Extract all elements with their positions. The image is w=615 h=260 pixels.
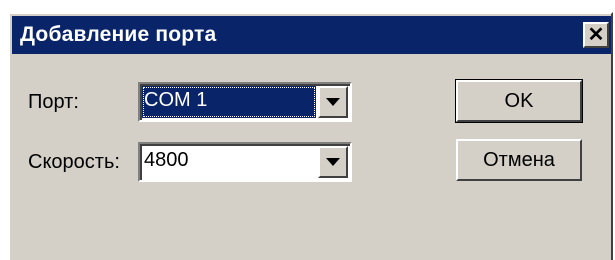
close-button[interactable]: ✕ [583, 22, 609, 48]
port-label: Порт: [28, 91, 79, 113]
dialog-title: Добавление порта [20, 23, 217, 46]
title-bar[interactable]: Добавление порта ✕ [12, 16, 611, 54]
chevron-down-icon [326, 98, 340, 106]
ok-button[interactable]: OK [455, 79, 583, 123]
speed-select-value: 4800 [144, 149, 189, 171]
add-port-dialog: Добавление порта ✕ Порт: COM 1 Скорость:… [8, 12, 613, 260]
speed-dropdown-button[interactable] [318, 146, 348, 178]
cancel-button[interactable]: Отмена [456, 139, 582, 181]
port-dropdown-button[interactable] [318, 86, 348, 118]
close-icon: ✕ [587, 24, 605, 46]
port-select-value: COM 1 [142, 86, 316, 118]
chevron-down-icon [326, 158, 340, 166]
port-select[interactable]: COM 1 [138, 82, 352, 122]
speed-label: Скорость: [28, 151, 120, 173]
speed-select[interactable]: 4800 [138, 142, 352, 182]
